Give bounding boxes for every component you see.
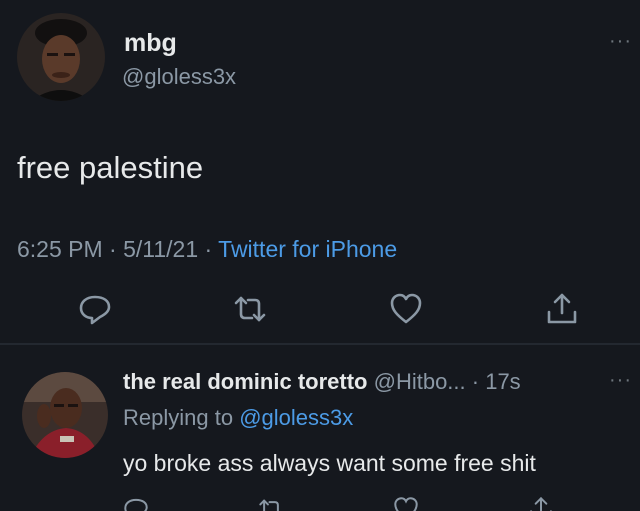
tweet-source-link[interactable]: Twitter for iPhone [218, 236, 397, 262]
display-name[interactable]: mbg [124, 29, 177, 58]
reply-bubble-icon[interactable] [123, 496, 149, 511]
reply-profile-photo [22, 372, 108, 458]
reply-display-name[interactable]: the real dominic toretto [123, 369, 367, 394]
retweet-icon[interactable] [233, 292, 267, 326]
reply-timestamp: · 17s [471, 369, 521, 394]
main-tweet: mbg @gloless3x ··· free palestine 6:25 P… [0, 0, 640, 340]
meta-separator: · [198, 236, 219, 262]
share-icon[interactable] [528, 496, 554, 511]
reply-bubble-icon[interactable] [78, 292, 112, 326]
reply-more-options-icon[interactable]: ··· [609, 369, 632, 392]
reply-avatar[interactable] [22, 372, 108, 458]
user-handle[interactable]: @gloless3x [122, 64, 236, 90]
profile-photo [17, 13, 105, 101]
meta-separator: · [102, 236, 124, 262]
reply-header: the real dominic toretto @Hitbo... · 17s [123, 369, 521, 395]
heart-icon[interactable] [389, 292, 423, 326]
retweet-icon[interactable] [258, 496, 284, 511]
tweet-date: 5/11/21 [123, 236, 199, 262]
reply-actions [0, 496, 640, 511]
replying-to-mention[interactable]: @gloless3x [239, 405, 353, 430]
tweet-actions [0, 292, 640, 338]
tweet-text: free palestine [17, 150, 204, 185]
reply-text: yo broke ass always want some free shit [123, 450, 536, 476]
share-icon[interactable] [545, 292, 579, 326]
divider [0, 343, 640, 345]
tweet-meta: 6:25 PM · 5/11/21 · Twitter for iPhone [17, 236, 397, 263]
more-options-icon[interactable]: ··· [609, 30, 632, 53]
reply-user-handle[interactable]: @Hitbo... [374, 369, 466, 394]
replying-to: Replying to @gloless3x [123, 405, 353, 431]
heart-icon[interactable] [393, 496, 419, 511]
avatar[interactable] [17, 13, 105, 101]
tweet-time: 6:25 PM [17, 236, 103, 262]
replying-to-label: Replying to [123, 405, 234, 430]
